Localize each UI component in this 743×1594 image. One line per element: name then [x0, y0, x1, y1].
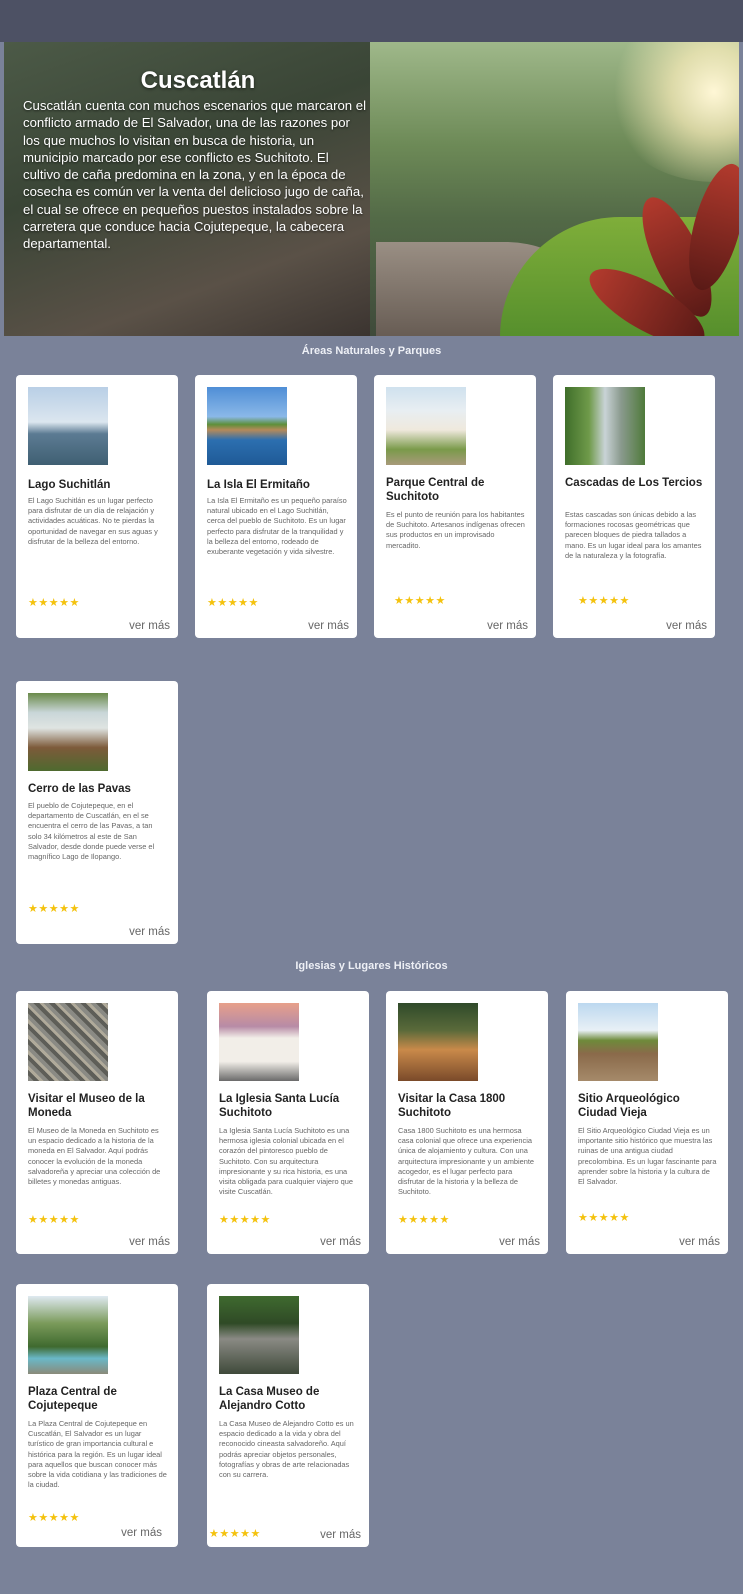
- place-description: La Plaza Central de Cojutepeque en Cusca…: [28, 1419, 167, 1490]
- place-title: La Iglesia Santa Lucía Suchitoto: [219, 1093, 340, 1119]
- ver-mas-link[interactable]: ver más: [320, 1236, 361, 1248]
- place-title: La Casa Museo de Alejandro Cotto: [219, 1386, 320, 1412]
- rating-stars: ★★★★★: [219, 1214, 271, 1226]
- place-title: Cascadas de Los Tercios: [565, 477, 703, 489]
- place-photo: [398, 1003, 478, 1081]
- place-description: El pueblo de Cojutepeque, en el departam…: [28, 801, 155, 862]
- place-description: Es el punto de reunión para los habitant…: [386, 510, 525, 550]
- ver-mas-link[interactable]: ver más: [320, 1529, 361, 1541]
- place-description: El Lago Suchitlán es un lugar perfecto p…: [28, 496, 158, 546]
- rating-stars: ★★★★★: [28, 903, 80, 915]
- rating-stars: ★★★★★: [394, 595, 446, 607]
- place-title: La Isla El Ermitaño: [207, 479, 310, 491]
- place-description: La Isla El Ermitaño es un pequeño paraís…: [207, 496, 347, 557]
- ver-mas-link[interactable]: ver más: [499, 1236, 540, 1248]
- top-bar: [0, 0, 743, 42]
- place-title: Lago Suchitlán: [28, 479, 111, 491]
- place-photo: [28, 387, 108, 465]
- place-photo: [207, 387, 287, 465]
- ver-mas-link[interactable]: ver más: [129, 926, 170, 938]
- place-photo: [578, 1003, 658, 1081]
- ver-mas-link[interactable]: ver más: [666, 620, 707, 632]
- place-photo: [565, 387, 645, 465]
- rating-stars: ★★★★★: [209, 1528, 261, 1540]
- rating-stars: ★★★★★: [578, 595, 630, 607]
- place-title: Plaza Central de Cojutepeque: [28, 1386, 117, 1412]
- place-photo: [28, 1003, 108, 1081]
- ver-mas-link[interactable]: ver más: [308, 620, 349, 632]
- place-card: Sitio Arqueológico Ciudad Vieja El Sitio…: [566, 991, 728, 1254]
- place-card: Cerro de las Pavas El pueblo de Cojutepe…: [16, 681, 178, 944]
- rating-stars: ★★★★★: [28, 1214, 80, 1226]
- place-card: Visitar el Museo de la Moneda El Museo d…: [16, 991, 178, 1254]
- place-description: La Iglesia Santa Lucía Suchitoto es una …: [219, 1126, 353, 1197]
- ver-mas-link[interactable]: ver más: [121, 1527, 162, 1539]
- ver-mas-link[interactable]: ver más: [129, 620, 170, 632]
- place-description: El Sitio Arqueológico Ciudad Vieja es un…: [578, 1126, 717, 1187]
- section-title-natural: Áreas Naturales y Parques: [301, 345, 442, 357]
- place-photo: [28, 693, 108, 771]
- place-description: Casa 1800 Suchitoto es una hermosa casa …: [398, 1126, 534, 1197]
- place-title: Cerro de las Pavas: [28, 783, 131, 795]
- place-photo: [28, 1296, 108, 1374]
- place-photo: [386, 387, 466, 465]
- ver-mas-link[interactable]: ver más: [129, 1236, 170, 1248]
- place-title: Parque Central de Suchitoto: [386, 477, 485, 503]
- place-title: Visitar la Casa 1800 Suchitoto: [398, 1093, 506, 1119]
- place-photo: [219, 1003, 299, 1081]
- place-description: Estas cascadas son únicas debido a las f…: [565, 510, 702, 560]
- rating-stars: ★★★★★: [28, 597, 80, 609]
- place-title: Visitar el Museo de la Moneda: [28, 1093, 145, 1119]
- place-card: La Isla El Ermitaño La Isla El Ermitaño …: [195, 375, 357, 638]
- ver-mas-link[interactable]: ver más: [679, 1236, 720, 1248]
- place-photo: [219, 1296, 299, 1374]
- hero-description: Cuscatlán cuenta con muchos escenarios q…: [23, 98, 367, 252]
- place-card: Visitar la Casa 1800 Suchitoto Casa 1800…: [386, 991, 548, 1254]
- place-card: La Iglesia Santa Lucía Suchitoto La Igle…: [207, 991, 369, 1254]
- ver-mas-link[interactable]: ver más: [487, 620, 528, 632]
- place-title: Sitio Arqueológico Ciudad Vieja: [578, 1093, 680, 1119]
- rating-stars: ★★★★★: [578, 1212, 630, 1224]
- rating-stars: ★★★★★: [398, 1214, 450, 1226]
- rating-stars: ★★★★★: [28, 1512, 80, 1524]
- place-description: El Museo de la Moneda en Suchitoto es un…: [28, 1126, 161, 1187]
- hero-title: Cuscatlán: [140, 67, 256, 94]
- section-title-historic: Iglesias y Lugares Históricos: [295, 960, 448, 972]
- place-card: Cascadas de Los Tercios Estas cascadas s…: [553, 375, 715, 638]
- place-card: Plaza Central de Cojutepeque La Plaza Ce…: [16, 1284, 178, 1547]
- place-card: Lago Suchitlán El Lago Suchitlán es un l…: [16, 375, 178, 638]
- place-card: La Casa Museo de Alejandro Cotto La Casa…: [207, 1284, 369, 1547]
- place-description: La Casa Museo de Alejandro Cotto es un e…: [219, 1419, 354, 1480]
- rating-stars: ★★★★★: [207, 597, 259, 609]
- hero-sunlight: [604, 42, 739, 182]
- place-card: Parque Central de Suchitoto Es el punto …: [374, 375, 536, 638]
